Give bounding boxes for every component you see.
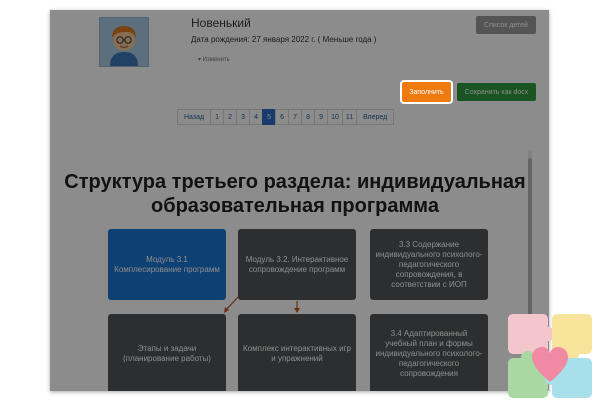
diagram-arrows (224, 296, 300, 313)
arrow-head-games-icon (294, 308, 300, 313)
app-window: Новенький Дата рождения: 27 января 2022 … (50, 10, 549, 391)
arrow-to-stages (225, 296, 239, 311)
puzzle-heart-logo-icon (508, 314, 592, 398)
fill-button[interactable]: Заполнить (400, 80, 453, 104)
